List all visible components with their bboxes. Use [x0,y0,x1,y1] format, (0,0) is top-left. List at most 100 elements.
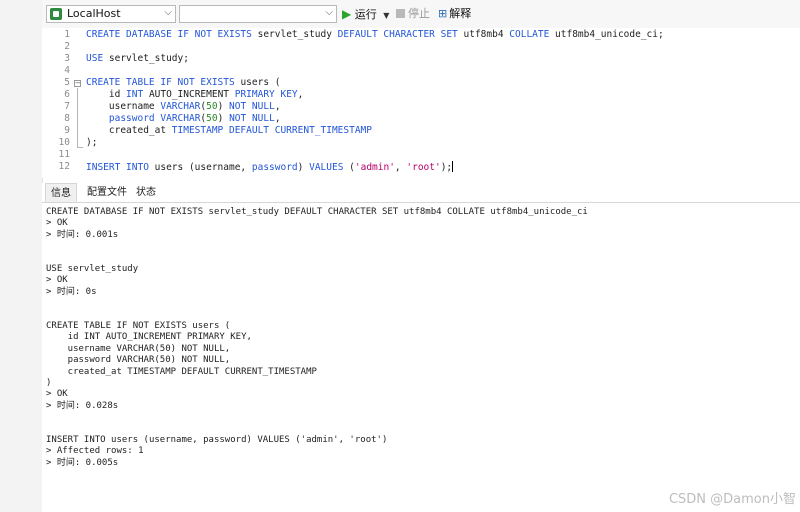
code-token: id [86,89,127,100]
fold-guide-end [77,141,83,148]
message-output: CREATE DATABASE IF NOT EXISTS servlet_st… [42,203,800,512]
output-line: USE servlet_study [46,264,139,274]
code-token: COLLATE [509,29,556,40]
code-token: created_at [86,125,172,136]
code-token: VALUES [309,162,350,173]
code-token: CREATE TABLE IF NOT EXISTS [86,77,241,88]
line-number: 3 [64,53,70,64]
code-token: , [274,113,281,124]
code-token: servlet_study [257,29,338,40]
fold-toggle-icon[interactable]: − [74,80,81,87]
code-text: password VARCHAR(50) NOT NULL, [86,113,281,125]
code-text: username VARCHAR(50) NOT NULL, [86,101,281,113]
code-token: NOT NULL [229,113,275,124]
code-token: , [394,162,407,173]
output-line: > OK [46,389,68,400]
output-line: CREATE TABLE IF NOT EXISTS users ( [46,321,231,331]
output-line: > 时间: 0.028s [46,400,119,411]
line-number: 12 [58,161,70,172]
explain-icon: ⊞ [438,7,448,20]
code-token: USE [86,53,109,64]
code-token: NOT NULL [229,101,275,112]
stop-button[interactable]: 停止 [396,6,430,22]
watermark: CSDN @Damon小智 [668,492,796,507]
code-text: id INT AUTO_INCREMENT PRIMARY KEY, [86,89,304,101]
tab-status[interactable]: 状态 [134,183,158,202]
code-text: CREATE DATABASE IF NOT EXISTS servlet_st… [86,29,664,41]
code-token: , [274,101,281,112]
tab-profile[interactable]: 配置文件 [84,183,130,202]
line-number: 5 [64,77,70,88]
output-line: > 时间: 0.001s [46,229,119,240]
output-line: created_at TIMESTAMP DEFAULT CURRENT_TIM… [46,366,317,377]
code-text: USE servlet_study; [86,53,189,65]
chevron-down-icon: ⌵ [325,7,333,18]
run-dropdown-icon[interactable]: ▼ [383,11,389,20]
code-token: users (username, [154,162,252,173]
code-token: TIMESTAMP DEFAULT CURRENT_TIMESTAMP [171,125,372,136]
code-token: 50 [206,113,218,124]
code-token: VARCHAR [160,101,201,112]
code-token: ) [217,101,230,112]
code-text: INSERT INTO users (username, password) V… [86,161,454,174]
line-number: 1 [64,29,70,40]
code-token: 50 [206,101,218,112]
code-token: utf8mb4 [463,29,510,40]
connection-icon [50,8,62,20]
output-line: id INT AUTO_INCREMENT PRIMARY KEY, [46,332,252,343]
output-line: > OK [46,275,68,286]
output-line: password VARCHAR(50) NOT NULL, [46,355,231,366]
code-token: 'admin' [354,162,395,173]
code-token: ) [297,162,310,173]
explain-button-label: 解释 [449,7,472,20]
connection-select-value: LocalHost [67,7,121,20]
code-token: utf8mb4_unicode_ci; [555,29,664,40]
code-text: ); [86,137,97,149]
output-line: CREATE DATABASE IF NOT EXISTS servlet_st… [46,207,588,217]
code-token: servlet_study; [108,53,189,64]
output-line: INSERT INTO users (username, password) V… [46,435,388,445]
line-number: 9 [64,125,70,136]
text-caret [452,161,454,172]
output-line: > Affected rows: 1 [46,446,144,457]
database-select[interactable]: ⌵ [179,5,337,23]
connection-select[interactable]: LocalHost ⌵ [46,5,176,23]
code-token: 'root' [406,162,441,173]
stop-button-label: 停止 [408,7,430,20]
code-token: CREATE DATABASE IF NOT EXISTS [86,29,258,40]
code-token: ); [86,137,98,148]
explain-button[interactable]: ⊞ 解释 [438,6,471,22]
play-icon: ▶ [342,7,352,21]
code-token: username [86,101,161,112]
output-line: ) [46,378,52,388]
code-token: password [108,113,161,124]
fold-guide [77,88,78,142]
sql-editor[interactable]: − 1 CREATE DATABASE IF NOT EXISTS servlet… [42,28,800,178]
code-token: VARCHAR [160,113,201,124]
code-token: ) [217,113,230,124]
tab-info[interactable]: 信息 [45,183,77,202]
query-toolbar: LocalHost ⌵ ⌵ ▶ 运行 ▼ 停止 ⊞ 解释 [42,0,800,29]
line-number: 11 [58,149,70,160]
code-token: , [297,89,304,100]
code-text: created_at TIMESTAMP DEFAULT CURRENT_TIM… [86,125,372,137]
code-text: CREATE TABLE IF NOT EXISTS users ( [86,77,280,89]
line-number: 6 [64,89,70,100]
line-number: 8 [64,113,70,124]
chevron-down-icon: ⌵ [164,7,172,18]
line-number: 4 [64,65,70,76]
code-token: DEFAULT CHARACTER SET [337,29,464,40]
line-number: 10 [58,137,70,148]
line-number: 7 [64,101,70,112]
code-token: AUTO_INCREMENT [148,89,235,100]
output-line: > 时间: 0.005s [46,457,119,468]
code-token: PRIMARY KEY [234,89,298,100]
left-gutter-strip [0,0,43,512]
run-button[interactable]: ▶ 运行 ▼ [342,6,389,22]
code-token: INSERT INTO [86,162,155,173]
output-line: > 时间: 0s [46,286,97,297]
output-line: > OK [46,218,68,229]
code-token: INT [126,89,149,100]
code-token: password [251,162,298,173]
run-button-label: 运行 [354,8,377,21]
